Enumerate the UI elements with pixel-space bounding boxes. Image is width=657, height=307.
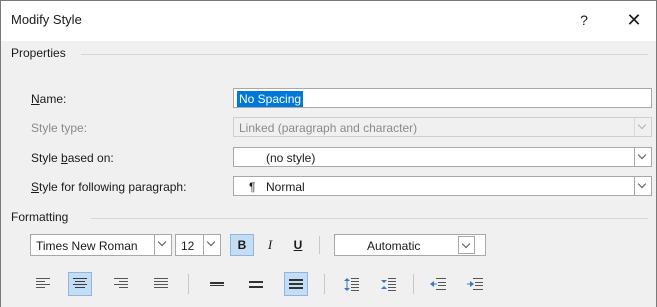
following-style-label: Style for following paragraph: xyxy=(31,180,187,194)
style-type-dropdown[interactable] xyxy=(634,118,651,136)
style-type-value: Linked (paragraph and character) xyxy=(239,121,418,135)
font-color-combo[interactable]: Automatic xyxy=(334,234,486,256)
one-half-spacing-button[interactable] xyxy=(244,272,268,296)
double-spacing-button[interactable] xyxy=(284,272,308,296)
properties-heading: Properties xyxy=(11,46,66,60)
justify-button[interactable] xyxy=(149,272,173,296)
chevron-down-icon xyxy=(637,120,647,130)
justify-icon xyxy=(154,278,168,288)
align-center-icon xyxy=(73,278,87,288)
font-combo[interactable]: Times New Roman xyxy=(30,234,172,256)
based-on-value: (no style) xyxy=(266,151,316,165)
align-right-button[interactable] xyxy=(109,272,133,296)
decrease-spacing-icon xyxy=(381,278,396,291)
decrease-paragraph-spacing-button[interactable] xyxy=(376,272,400,296)
toolbar-separator xyxy=(188,274,189,294)
chevron-down-icon xyxy=(637,150,647,160)
title-bar: Modify Style ? ✕ xyxy=(1,1,656,41)
font-color-dropdown[interactable] xyxy=(458,236,475,254)
font-color-value: Automatic xyxy=(367,239,421,253)
font-size-value: 12 xyxy=(181,239,195,253)
single-spacing-icon xyxy=(210,282,224,286)
align-left-button[interactable] xyxy=(31,272,55,296)
name-field[interactable]: No Spacing xyxy=(233,88,652,108)
align-right-icon xyxy=(114,278,128,288)
double-spacing-icon xyxy=(289,279,303,289)
based-on-dropdown[interactable] xyxy=(634,148,651,166)
chevron-down-icon xyxy=(461,239,471,249)
decrease-indent-icon xyxy=(430,278,446,290)
pilcrow-icon: ¶ xyxy=(249,180,256,194)
font-dropdown[interactable] xyxy=(154,235,171,255)
chevron-down-icon xyxy=(206,237,216,247)
close-button[interactable]: ✕ xyxy=(622,9,646,31)
underline-button[interactable]: U xyxy=(286,234,310,256)
increase-indent-button[interactable] xyxy=(462,272,486,296)
toolbar-separator xyxy=(413,274,414,294)
align-left-icon xyxy=(36,278,50,288)
italic-button[interactable]: I xyxy=(258,234,282,256)
following-style-dropdown[interactable] xyxy=(634,177,651,195)
toolbar-separator xyxy=(319,236,320,254)
name-label: Name: xyxy=(31,92,67,106)
following-style-value: Normal xyxy=(266,180,305,194)
toolbar-separator xyxy=(324,274,325,294)
font-size-dropdown[interactable] xyxy=(203,235,220,255)
help-button[interactable]: ? xyxy=(573,9,595,31)
modify-style-dialog: Modify Style ? ✕ Properties Name: No Spa… xyxy=(0,0,657,307)
chevron-down-icon xyxy=(157,237,167,247)
increase-spacing-icon xyxy=(344,278,359,291)
font-value: Times New Roman xyxy=(36,239,138,253)
one-half-spacing-icon xyxy=(249,281,263,288)
style-type-select[interactable]: Linked (paragraph and character) xyxy=(233,117,652,137)
font-size-combo[interactable]: 12 xyxy=(175,234,221,256)
formatting-divider xyxy=(91,218,648,219)
following-style-select[interactable]: ¶ Normal xyxy=(233,176,652,196)
style-type-label: Style type: xyxy=(31,121,88,135)
bold-button[interactable]: B xyxy=(230,234,254,256)
chevron-down-icon xyxy=(637,179,647,189)
align-center-button[interactable] xyxy=(68,272,92,296)
name-value: No Spacing xyxy=(237,91,304,107)
based-on-select[interactable]: (no style) xyxy=(233,147,652,167)
formatting-heading: Formatting xyxy=(11,210,69,224)
increase-paragraph-spacing-button[interactable] xyxy=(339,272,363,296)
increase-indent-icon xyxy=(467,278,483,290)
decrease-indent-button[interactable] xyxy=(425,272,449,296)
single-spacing-button[interactable] xyxy=(205,272,229,296)
properties-divider xyxy=(81,54,648,55)
based-on-label: Style based on: xyxy=(31,151,114,165)
dialog-title: Modify Style xyxy=(11,12,82,27)
